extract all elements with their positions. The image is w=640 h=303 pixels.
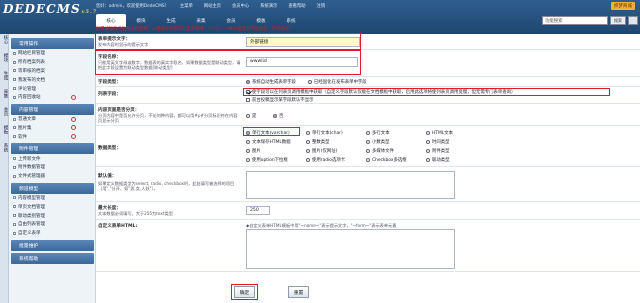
sidebar: 核心 模块 生成 采集 会员 模板 系统 常用操作 网站栏目管理 所有档案列表 … (0, 34, 96, 303)
add-icon[interactable] (71, 116, 76, 122)
vtab-template[interactable]: 模板 (2, 125, 8, 142)
group-help[interactable]: 系统帮助 (11, 252, 94, 264)
add-icon[interactable] (71, 134, 76, 140)
datatype-option[interactable]: 多行文本 (366, 130, 390, 136)
sidebar-menu: 常用操作 网站栏目管理 所有档案列表 等审核的档案 我发布的文档 评论管理 内容… (11, 36, 94, 264)
fieldtype-row: 字段类型： 系统自动生成表单字段 已经固化在发布表单中字段 (96, 77, 640, 87)
group-content[interactable]: 内容管理 (11, 103, 94, 115)
datatype-option[interactable]: 图片 (246, 148, 261, 154)
highlight-box (95, 50, 361, 75)
sidebar-item[interactable]: 文件式管理器 (11, 172, 94, 181)
main-content: 附属编辑的元数据已经使用，以便部分字段可以正常调用：'<?> -- 一种对指定为… (95, 27, 640, 303)
maxlen-row: 最大长度： 文本数据必须填写，大于255为text类型 250 (96, 203, 640, 220)
advanced-search-button[interactable] (628, 16, 638, 25)
vtab-core[interactable]: 核心 (2, 35, 8, 52)
group-batch[interactable]: 批量维护 (11, 239, 94, 251)
allow-no[interactable]: 否 (273, 113, 283, 119)
add-icon[interactable] (71, 125, 76, 131)
sidebar-item[interactable]: 等审核的档案 (11, 67, 94, 76)
datatype-option[interactable]: 单行文本(char) (306, 130, 343, 136)
group-channel-model[interactable]: 频道模型 (11, 182, 94, 194)
datatype-option[interactable]: 使用radio选项卡 (306, 157, 345, 163)
allow-row: 内容页面是否分页： 分页内容中是否允许分页，不论何种内容，都可以用#p#分页标识… (96, 105, 640, 126)
datatype-option[interactable]: HTML文本 (426, 130, 453, 136)
datatype-option[interactable]: 图片(仅网址) (306, 148, 337, 154)
main-menu-link[interactable]: 主菜单 (180, 3, 193, 9)
custom-label: 自定义表单HTML: (98, 224, 138, 229)
search-button[interactable]: 搜索 (610, 16, 626, 25)
sidebar-item[interactable]: 普通文章 (11, 115, 94, 124)
vtab-collect[interactable]: 采集 (2, 89, 8, 106)
sidebar-item[interactable]: 软件 (11, 132, 94, 141)
sidebar-item[interactable]: 单页文档管理 (11, 202, 94, 211)
sidebar-item[interactable]: 网站栏目管理 (11, 49, 94, 58)
logout-link[interactable]: 注销 (317, 3, 326, 9)
highlight-box (231, 284, 258, 300)
highlight-box (95, 33, 361, 50)
sidebar-item[interactable]: 自定义表单 (11, 229, 94, 238)
shop-button[interactable]: 织梦商城 (611, 2, 635, 10)
allow-yes[interactable]: 是 (246, 113, 256, 119)
sidebar-vertical-tabs: 核心 模块 生成 采集 会员 模板 系统 (0, 34, 9, 303)
group-attachment[interactable]: 附件管理 (11, 143, 94, 155)
vtab-generate[interactable]: 生成 (2, 71, 8, 88)
app-logo[interactable]: DEDECMSv5.7 (3, 2, 97, 16)
sidebar-item[interactable]: 自由列表管理 (11, 220, 94, 229)
custom-desc: ◆自定义表单HTML模板中用"~name~"表示提示文字，"~form~"表示表… (246, 223, 397, 228)
datatype-label: 数据类型： (98, 146, 121, 151)
datatype-option[interactable]: 小数类型 (366, 139, 390, 145)
datatype-option[interactable]: 多媒体文件 (366, 148, 394, 154)
member-center-link[interactable]: 会员中心 (232, 3, 249, 9)
trash-icon (71, 94, 76, 100)
sidebar-item[interactable]: 附件数据管理 (11, 163, 94, 172)
sidebar-item[interactable]: 内容模型管理 (11, 194, 94, 203)
datatype-option[interactable]: 整数类型 (306, 139, 330, 145)
sidebar-item[interactable]: 我发布的文档 (11, 75, 94, 84)
notice-text: 附属编辑的元数据已经使用，以便部分字段可以正常调用：'<?> -- 一种对指定为… (96, 27, 295, 32)
datatype-row: 数据类型： 单行文本(varchar) 单行文本(char) 多行文本 HTML… (96, 127, 640, 167)
top-links: 您好：admin，欢迎使用DedeCMS！ 主菜单 网站主页 会员中心 系统演示… (96, 3, 520, 9)
sidebar-item[interactable]: 图片集 (11, 124, 94, 133)
highlight-box (243, 127, 300, 136)
datatype-option[interactable]: 附件类型 (426, 148, 450, 154)
datatype-option[interactable]: 时间类型 (426, 139, 450, 145)
custom-row: 自定义表单HTML: ◆自定义表单HTML模板中用"~name~"表示提示文字，… (96, 221, 640, 272)
list-label: 列表字段： (98, 92, 121, 97)
maxlen-input[interactable]: 250 (246, 206, 270, 215)
search-input[interactable]: 功能搜索 (542, 16, 608, 25)
sidebar-item[interactable]: 评论管理 (11, 84, 94, 93)
datatype-option[interactable]: 联动类型 (426, 157, 450, 163)
datatype-option[interactable]: 使用option下拉框 (246, 157, 288, 163)
sidebar-item[interactable]: 联动类别管理 (11, 211, 94, 220)
help-link[interactable]: 查看帮助 (288, 3, 305, 9)
allow-desc: 分页内容中是否允许分页，不论何种内容，都可以用#p#分页标识符在内容页显示分页 (98, 113, 238, 124)
sidebar-item[interactable]: 上传新文件 (11, 154, 94, 163)
custom-textarea[interactable] (246, 229, 455, 269)
welcome-text: 您好：admin，欢迎使用DedeCMS！ (96, 4, 169, 9)
sidebar-item[interactable]: 所有档案列表 (11, 58, 94, 67)
demo-link[interactable]: 系统演示 (260, 3, 277, 9)
default-row: 默认值： 如果定义数据类型为select, radio, checkbox时，此… (96, 168, 640, 202)
datatype-option[interactable]: 文本保存HTML数据 (246, 139, 291, 145)
vtab-system[interactable]: 系统 (2, 143, 8, 160)
list-option-2[interactable]: 前台投稿显示某字段默认不显示 (246, 97, 313, 103)
group-common[interactable]: 常用操作 (11, 38, 94, 49)
fieldtype-fixed[interactable]: 已经固化在发布表单中字段 (308, 79, 367, 85)
vtab-member[interactable]: 会员 (2, 107, 8, 124)
default-label: 默认值： (98, 174, 117, 179)
fieldtype-label: 字段类型： (98, 80, 121, 85)
maxlen-desc: 文本数据必须填写，大于255为text类型 (98, 211, 173, 216)
vtab-module[interactable]: 模块 (2, 53, 8, 70)
sidebar-item[interactable]: 内容回收站 (11, 93, 94, 102)
fieldtype-auto[interactable]: 系统自动生成表单字段 (246, 79, 296, 85)
reset-button[interactable]: 重置 (288, 286, 309, 298)
highlight-box (243, 88, 610, 96)
site-home-link[interactable]: 网站主页 (204, 3, 221, 9)
default-desc: 如果定义数据类型为select, radio, checkbox时，此处填写被选… (98, 181, 235, 192)
default-textarea[interactable] (246, 171, 455, 199)
datatype-option[interactable]: Checkbox多选框 (366, 157, 407, 163)
